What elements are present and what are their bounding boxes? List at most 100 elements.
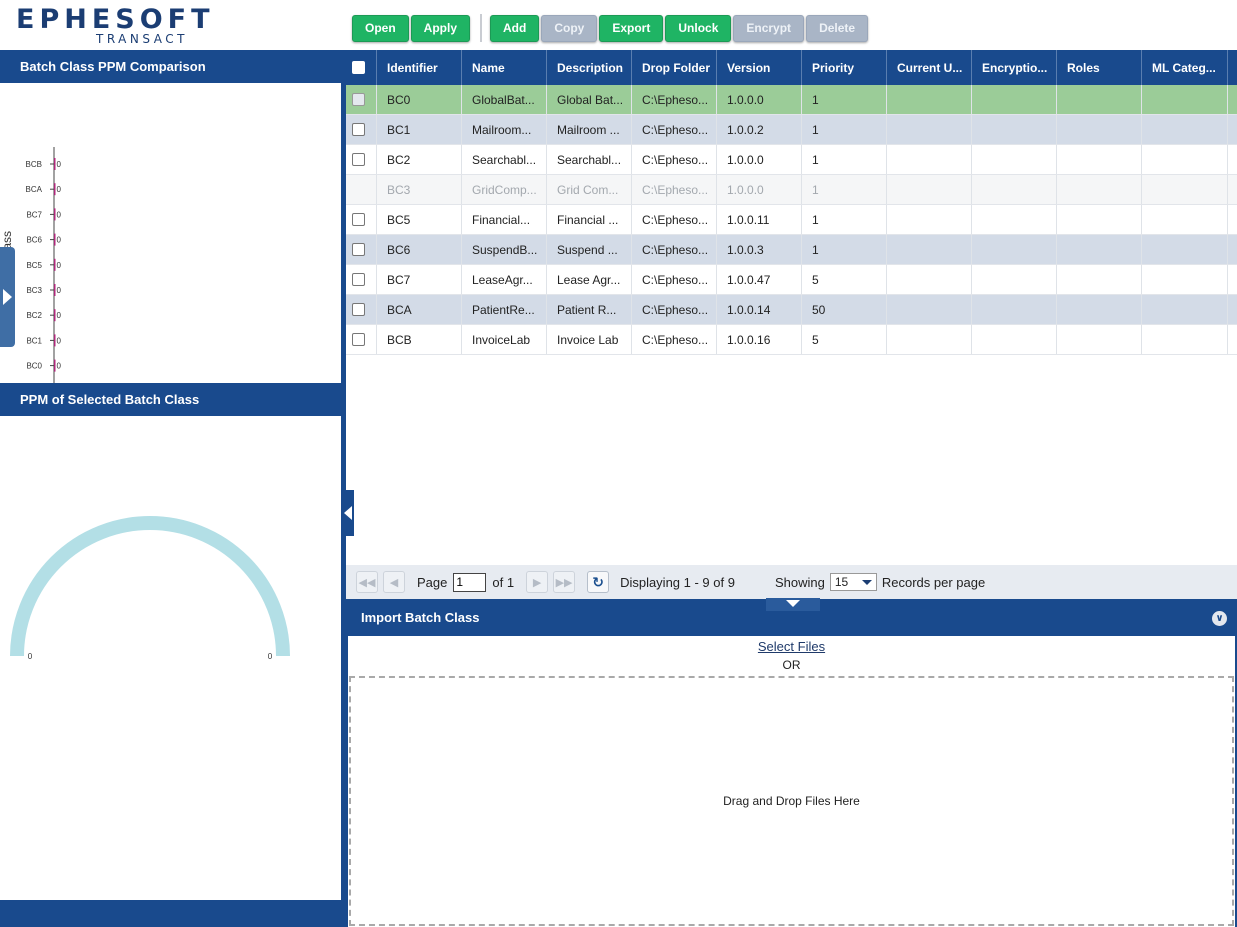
import-panel-header: Import Batch Class ∨ bbox=[346, 598, 1237, 636]
column-header-current-user[interactable]: Current U... bbox=[887, 50, 972, 85]
cell-ml-category bbox=[1142, 265, 1228, 294]
cell-description: Lease Agr... bbox=[547, 265, 632, 294]
cell-current-user bbox=[887, 115, 972, 144]
records-per-page-select[interactable]: 15 bbox=[829, 573, 877, 591]
row-checkbox[interactable] bbox=[352, 93, 365, 106]
row-checkbox-cell[interactable] bbox=[346, 295, 377, 324]
file-drop-zone[interactable]: Drag and Drop Files Here bbox=[349, 676, 1234, 926]
column-header-encryption[interactable]: Encryptio... bbox=[972, 50, 1057, 85]
table-row[interactable]: BC0 GlobalBat... Global Bat... C:\Epheso...… bbox=[346, 85, 1237, 115]
column-header-name[interactable]: Name bbox=[462, 50, 547, 85]
bar bbox=[54, 334, 56, 347]
left-panel: Batch Class PPM Comparison BCB 0 BCA 0 BC7 0 B… bbox=[0, 50, 341, 927]
row-checkbox-cell[interactable] bbox=[346, 115, 377, 144]
apply-button[interactable]: Apply bbox=[410, 14, 471, 42]
row-checkbox[interactable] bbox=[352, 213, 365, 226]
batch-class-grid: Identifier Name Description Drop Folder … bbox=[346, 50, 1237, 355]
cell-priority: 1 bbox=[802, 85, 887, 114]
cell-roles bbox=[1057, 145, 1142, 174]
table-row[interactable]: BC7 LeaseAgr... Lease Agr... C:\Epheso... 1.… bbox=[346, 265, 1237, 295]
cell-description: Mailroom ... bbox=[547, 115, 632, 144]
y-tick-label: BC7 bbox=[26, 210, 42, 219]
table-row[interactable]: BC3 GridComp... Grid Com... C:\Epheso... 1.0… bbox=[346, 175, 1237, 205]
copy-button[interactable]: Copy bbox=[541, 14, 598, 42]
bar bbox=[54, 183, 56, 196]
delete-button[interactable]: Delete bbox=[806, 14, 869, 42]
toolbar-separator bbox=[480, 14, 483, 42]
cell-encryption bbox=[972, 175, 1057, 204]
cell-drop-folder: C:\Epheso... bbox=[632, 265, 717, 294]
logo-main-text: EPHESOFT bbox=[16, 4, 215, 35]
collapse-left-panel-button[interactable] bbox=[341, 490, 354, 536]
y-tick-label: BC3 bbox=[26, 286, 42, 295]
splitter-toggle-button[interactable] bbox=[766, 598, 820, 611]
row-checkbox-cell[interactable] bbox=[346, 235, 377, 264]
first-page-icon[interactable]: ◀◀ bbox=[356, 571, 378, 593]
last-page-icon[interactable]: ▶▶ bbox=[553, 571, 576, 593]
row-checkbox-cell[interactable] bbox=[346, 325, 377, 354]
select-all-checkbox[interactable] bbox=[352, 61, 365, 74]
logo-sub-text: TRANSACT bbox=[96, 32, 188, 46]
cell-encryption bbox=[972, 295, 1057, 324]
next-page-icon[interactable]: ▶ bbox=[526, 571, 549, 593]
column-header-version[interactable]: Version bbox=[717, 50, 802, 85]
column-header-priority[interactable]: Priority bbox=[802, 50, 887, 85]
gauge-arc bbox=[10, 516, 290, 657]
row-checkbox-cell[interactable] bbox=[346, 205, 377, 234]
bar bbox=[54, 284, 56, 296]
expand-left-panel-button[interactable] bbox=[0, 247, 15, 347]
row-checkbox[interactable] bbox=[352, 333, 365, 346]
cell-encryption bbox=[972, 205, 1057, 234]
select-files-link[interactable]: Select Files bbox=[348, 639, 1235, 654]
open-button[interactable]: Open bbox=[352, 14, 409, 42]
cell-identifier: BC7 bbox=[377, 265, 462, 294]
table-row[interactable]: BC5 Financial... Financial ... C:\Epheso...… bbox=[346, 205, 1237, 235]
cell-drop-folder: C:\Epheso... bbox=[632, 235, 717, 264]
row-checkbox-cell[interactable] bbox=[346, 175, 377, 204]
ppm-selected-header: PPM of Selected Batch Class bbox=[0, 383, 341, 416]
row-checkbox-cell[interactable] bbox=[346, 85, 377, 114]
page-number-input[interactable] bbox=[453, 572, 487, 592]
encrypt-button[interactable]: Encrypt bbox=[733, 14, 805, 42]
ppm-comparison-header: Batch Class PPM Comparison bbox=[0, 50, 341, 83]
cell-identifier: BC3 bbox=[377, 175, 462, 204]
column-header-description[interactable]: Description bbox=[547, 50, 632, 85]
column-header-roles[interactable]: Roles bbox=[1057, 50, 1142, 85]
row-checkbox[interactable] bbox=[352, 273, 365, 286]
add-button[interactable]: Add bbox=[490, 14, 540, 42]
select-all-checkbox-cell[interactable] bbox=[346, 50, 377, 85]
column-header-identifier[interactable]: Identifier bbox=[377, 50, 462, 85]
cell-ml-category bbox=[1142, 115, 1228, 144]
row-checkbox[interactable] bbox=[352, 153, 365, 166]
left-panel-footer bbox=[0, 900, 341, 927]
displaying-count: Displaying 1 - 9 of 9 bbox=[620, 574, 735, 590]
cell-priority: 1 bbox=[802, 235, 887, 264]
prev-page-icon[interactable]: ◀ bbox=[383, 571, 405, 593]
table-row[interactable]: BCA PatientRe... Patient R... C:\Epheso... 1… bbox=[346, 295, 1237, 325]
page-label: Page bbox=[417, 574, 448, 590]
table-row[interactable]: BC6 SuspendB... Suspend ... C:\Epheso... 1.0… bbox=[346, 235, 1237, 265]
export-button[interactable]: Export bbox=[599, 14, 664, 42]
showing-label: Showing bbox=[774, 574, 825, 590]
column-header-ml-category[interactable]: ML Categ... bbox=[1142, 50, 1228, 85]
row-checkbox-cell[interactable] bbox=[346, 265, 377, 294]
refresh-icon[interactable]: ↻ bbox=[587, 571, 610, 593]
cell-version: 1.0.0.3 bbox=[717, 235, 802, 264]
column-header-drop-folder[interactable]: Drop Folder bbox=[632, 50, 717, 85]
y-tick-label: BC2 bbox=[26, 311, 42, 320]
row-checkbox[interactable] bbox=[352, 123, 365, 136]
table-row[interactable]: BC2 Searchabl... Searchabl... C:\Epheso... 1… bbox=[346, 145, 1237, 175]
unlock-button[interactable]: Unlock bbox=[665, 14, 732, 42]
table-row[interactable]: BC1 Mailroom... Mailroom ... C:\Epheso... 1.… bbox=[346, 115, 1237, 145]
cell-identifier: BC1 bbox=[377, 115, 462, 144]
table-row[interactable]: BCB InvoiceLab Invoice Lab C:\Epheso... 1.0.… bbox=[346, 325, 1237, 355]
cell-identifier: BC2 bbox=[377, 145, 462, 174]
row-checkbox-cell[interactable] bbox=[346, 145, 377, 174]
row-checkbox[interactable] bbox=[352, 243, 365, 256]
pagination-bar: ◀◀ ◀ Page of 1 ▶ ▶▶ ↻ Displaying 1 - 9 o… bbox=[346, 565, 1237, 599]
row-checkbox[interactable] bbox=[352, 303, 365, 316]
cell-description: Patient R... bbox=[547, 295, 632, 324]
collapse-circle-icon[interactable]: ∨ bbox=[1212, 611, 1227, 626]
cell-current-user bbox=[887, 265, 972, 294]
cell-ml-category bbox=[1142, 295, 1228, 324]
